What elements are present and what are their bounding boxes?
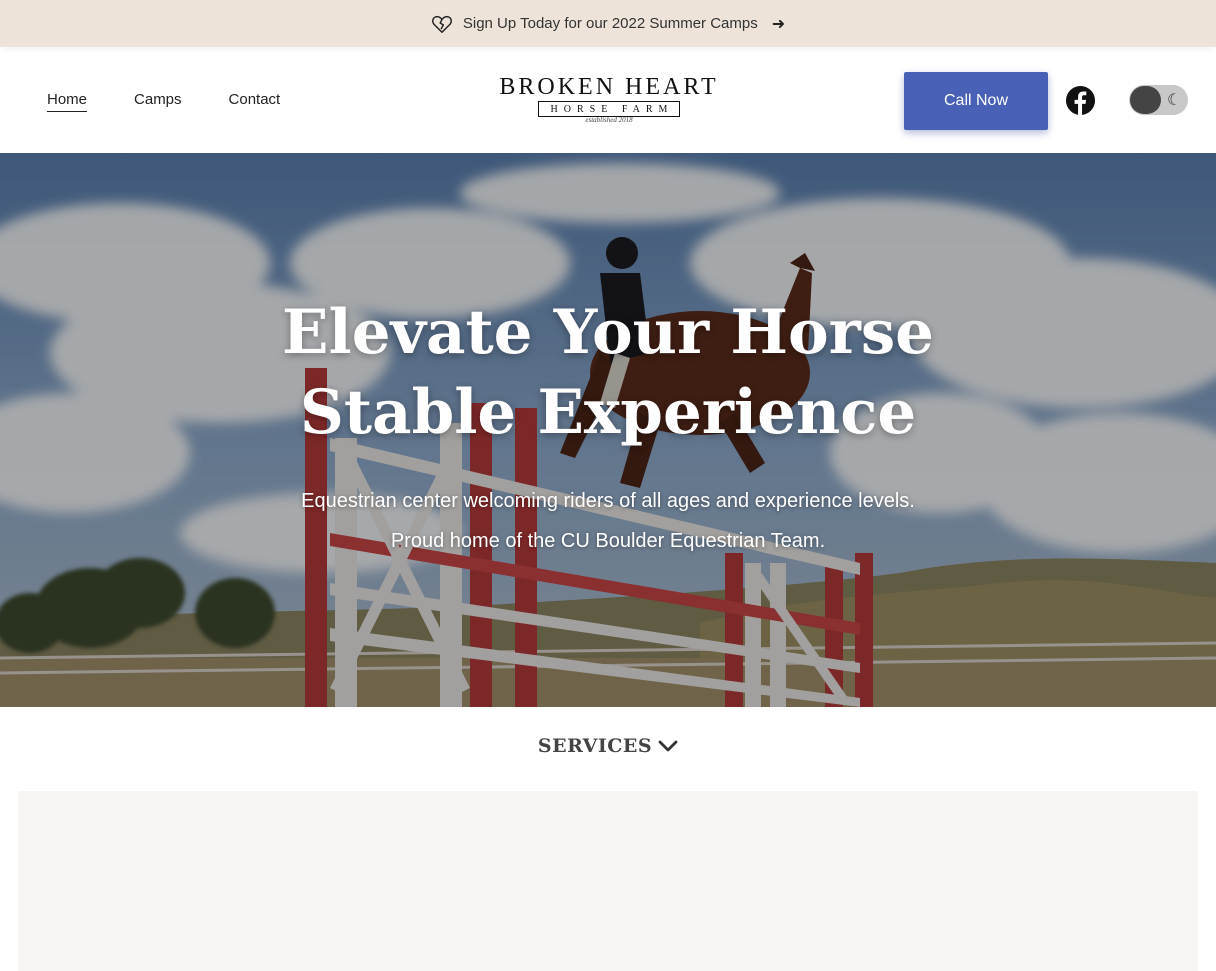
hero-section: Elevate Your Horse Stable Experience Equ… (0, 153, 1216, 707)
services-label: SERVICES (537, 735, 653, 757)
nav-contact[interactable]: Contact (229, 91, 281, 112)
announcement-bar[interactable]: Sign Up Today for our 2022 Summer Camps … (0, 0, 1216, 47)
broken-heart-icon (431, 13, 453, 35)
logo-line-1: BROKEN HEART (499, 74, 719, 100)
hero-subtitle-line-2: Proud home of the CU Boulder Equestrian … (390, 530, 826, 552)
moon-icon: ☾ (1167, 90, 1182, 109)
arrow-right-icon[interactable]: ➜ (772, 14, 785, 34)
theme-toggle[interactable]: ☾ (1129, 85, 1188, 115)
logo-line-2: HORSE FARM (537, 101, 681, 117)
site-header: Home Camps Contact BROKEN HEART HORSE FA… (0, 47, 1216, 153)
nav-camps[interactable]: Camps (134, 91, 182, 112)
nav-home[interactable]: Home (47, 91, 88, 112)
toggle-knob (1130, 86, 1161, 114)
services-toggle[interactable]: SERVICES (0, 735, 1216, 757)
hero-subtitle: Equestrian center welcoming riders of al… (0, 481, 1216, 561)
announcement-text[interactable]: Sign Up Today for our 2022 Summer Camps (463, 15, 758, 32)
hero-title-line-1: Elevate Your Horse (282, 297, 934, 368)
facebook-icon[interactable] (1065, 85, 1096, 116)
chevron-down-icon (658, 740, 678, 752)
services-panel (18, 791, 1198, 971)
logo-line-3: established 2018 (585, 116, 633, 124)
call-now-button[interactable]: Call Now (904, 72, 1048, 130)
hero-subtitle-line-1: Equestrian center welcoming riders of al… (301, 490, 915, 512)
hero-title: Elevate Your Horse Stable Experience (0, 293, 1216, 453)
hero-title-line-2: Stable Experience (299, 377, 917, 448)
main-nav: Home Camps Contact (47, 91, 280, 112)
site-logo[interactable]: BROKEN HEART HORSE FARM established 2018 (463, 75, 755, 125)
